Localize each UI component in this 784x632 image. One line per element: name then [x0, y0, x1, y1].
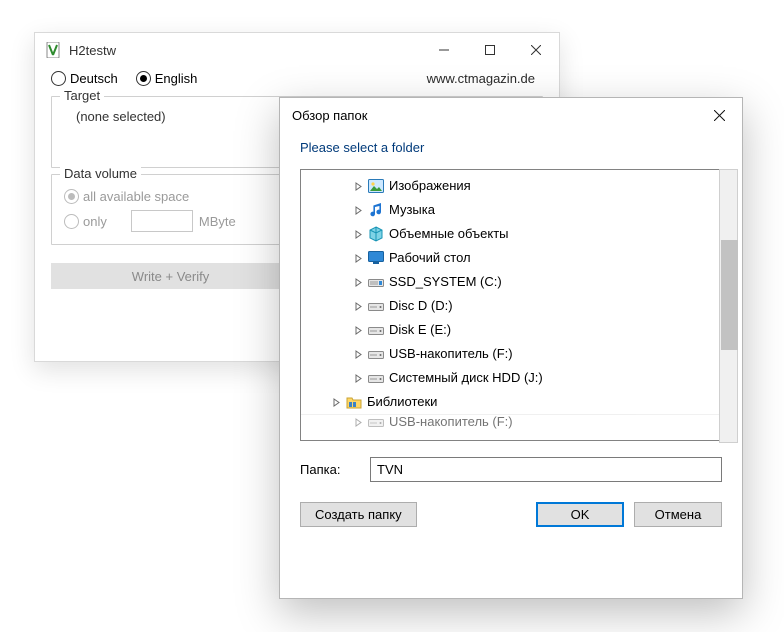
drive-icon — [367, 369, 385, 387]
tree-scroll-thumb[interactable] — [721, 240, 738, 350]
tree-node-label: USB-накопитель (F:) — [389, 342, 513, 366]
expand-chevron-icon[interactable] — [351, 230, 365, 239]
music-icon — [367, 201, 385, 219]
radio-only[interactable]: only — [64, 214, 107, 229]
folder-tree: ИзображенияМузыкаОбъемные объектыРабочий… — [300, 169, 722, 441]
tree-node-label: Рабочий стол — [389, 246, 471, 270]
radio-english[interactable]: English — [136, 71, 198, 86]
expand-chevron-icon[interactable] — [351, 254, 365, 263]
libraries-icon — [345, 393, 363, 411]
tree-node[interactable]: USB-накопитель (F:) — [301, 414, 721, 429]
tree-node-label: Disc D (D:) — [389, 294, 453, 318]
app-title: H2testw — [69, 43, 116, 58]
tree-node[interactable]: Disk E (E:) — [301, 318, 721, 342]
unit-label: MByte — [199, 214, 236, 229]
cancel-button[interactable]: Отмена — [634, 502, 722, 527]
tree-node-label: Системный диск HDD (J:) — [389, 366, 543, 390]
expand-chevron-icon[interactable] — [351, 182, 365, 191]
only-amount-input[interactable] — [131, 210, 193, 232]
drive-icon — [367, 345, 385, 363]
tree-node[interactable]: Disc D (D:) — [301, 294, 721, 318]
tree-node[interactable]: Системный диск HDD (J:) — [301, 366, 721, 390]
minimize-button[interactable] — [421, 33, 467, 67]
drive-icon — [367, 414, 385, 429]
drive-icon — [367, 297, 385, 315]
app-icon — [43, 40, 63, 60]
pictures-icon — [367, 177, 385, 195]
maximize-button[interactable] — [467, 33, 513, 67]
site-link[interactable]: www.ctmagazin.de — [215, 71, 543, 86]
folder-field-label: Папка: — [300, 462, 370, 477]
expand-chevron-icon[interactable] — [351, 374, 365, 383]
expand-chevron-icon[interactable] — [351, 206, 365, 215]
radio-all-space[interactable]: all available space — [64, 189, 189, 204]
3d-icon — [367, 225, 385, 243]
dialog-button-row: Создать папку OK Отмена — [300, 502, 722, 527]
tree-node-label: Музыка — [389, 198, 435, 222]
ok-button[interactable]: OK — [536, 502, 624, 527]
dialog-title: Обзор папок — [280, 108, 367, 123]
drive-icon — [367, 321, 385, 339]
expand-chevron-icon[interactable] — [351, 350, 365, 359]
tree-node-label: Объемные объекты — [389, 222, 509, 246]
close-button[interactable] — [513, 33, 559, 67]
expand-chevron-icon[interactable] — [351, 326, 365, 335]
folder-name-input[interactable] — [370, 457, 722, 482]
expand-chevron-icon[interactable] — [351, 278, 365, 287]
tree-node-label: Disk E (E:) — [389, 318, 451, 342]
tree-node[interactable]: SSD_SYSTEM (C:) — [301, 270, 721, 294]
new-folder-button[interactable]: Создать папку — [300, 502, 417, 527]
data-volume-legend: Data volume — [60, 166, 141, 181]
tree-node[interactable]: Изображения — [301, 174, 721, 198]
dialog-prompt: Please select a folder — [280, 132, 742, 169]
tree-node[interactable]: Рабочий стол — [301, 246, 721, 270]
tree-node[interactable]: USB-накопитель (F:) — [301, 342, 721, 366]
dialog-titlebar: Обзор папок — [280, 98, 742, 132]
folder-field-row: Папка: — [300, 457, 722, 482]
tree-node-label: SSD_SYSTEM (C:) — [389, 270, 502, 294]
radio-all-space-label: all available space — [83, 189, 189, 204]
language-row: Deutsch English www.ctmagazin.de — [35, 67, 559, 90]
radio-deutsch[interactable]: Deutsch — [51, 71, 118, 86]
target-legend: Target — [60, 88, 104, 103]
dialog-close-button[interactable] — [696, 98, 742, 132]
radio-only-label: only — [83, 214, 107, 229]
expand-chevron-icon[interactable] — [329, 398, 343, 407]
tree-node-label: Изображения — [389, 174, 471, 198]
write-verify-button[interactable]: Write + Verify — [51, 263, 290, 289]
tree-node-label: Библиотеки — [367, 390, 437, 414]
titlebar: H2testw — [35, 33, 559, 67]
tree-node[interactable]: Объемные объекты — [301, 222, 721, 246]
browse-folder-dialog: Обзор папок Please select a folder Изобр… — [279, 97, 743, 599]
expand-chevron-icon[interactable] — [351, 302, 365, 311]
drive-ssd-icon — [367, 273, 385, 291]
tree-node[interactable]: Музыка — [301, 198, 721, 222]
tree-node[interactable]: Библиотеки — [301, 390, 721, 414]
radio-deutsch-label: Deutsch — [70, 71, 118, 86]
desktop-icon — [367, 249, 385, 267]
radio-english-label: English — [155, 71, 198, 86]
expand-chevron-icon[interactable] — [351, 418, 365, 427]
tree-node-label: USB-накопитель (F:) — [389, 414, 513, 429]
